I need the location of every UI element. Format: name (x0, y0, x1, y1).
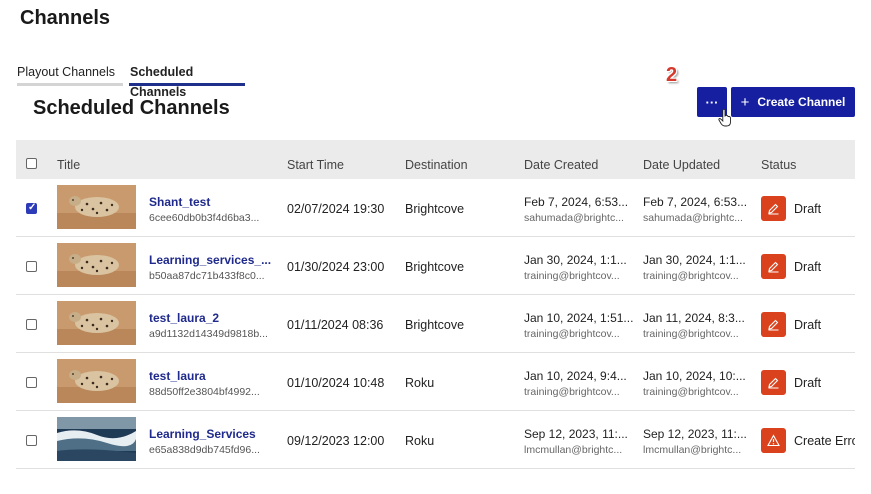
start-time: 01/30/2024 23:00 (287, 260, 385, 274)
create-channel-button[interactable]: + Create Channel (731, 87, 855, 117)
channel-title-link[interactable]: test_laura_2 (149, 311, 219, 325)
channel-thumbnail[interactable] (57, 359, 136, 403)
destination: Brightcove (405, 318, 465, 332)
tab-playout-channels[interactable]: Playout Channels (17, 62, 123, 86)
column-header-destination[interactable]: Destination (405, 158, 468, 172)
plus-icon: + (740, 93, 750, 111)
status-label: Draft (794, 376, 822, 390)
create-channel-label: Create Channel (757, 95, 846, 109)
table-row[interactable]: test_laura 88d50ff2e3804bf4992... 01/10/20… (16, 353, 855, 411)
date-updated: Feb 7, 2024, 6:53... (643, 195, 748, 209)
channel-title-link[interactable]: Learning_Services (149, 427, 256, 441)
channel-title-link[interactable]: Shant_test (149, 195, 210, 209)
status-label: Create Error (794, 434, 855, 448)
channel-title-link[interactable]: Learning_services_... (149, 253, 271, 267)
section-title: Scheduled Channels (33, 97, 230, 119)
row-checkbox[interactable] (26, 435, 37, 446)
channel-tabs: Playout Channels Scheduled Channels (17, 62, 245, 99)
channel-thumbnail[interactable] (57, 243, 136, 287)
start-time: 01/11/2024 08:36 (287, 318, 384, 332)
channel-id: e65a838d9db745fd96... (149, 444, 260, 456)
status-label: Draft (794, 318, 822, 332)
pointer-cursor-icon (718, 109, 731, 127)
column-header-title[interactable]: Title (57, 158, 80, 172)
column-header-status[interactable]: Status (761, 158, 796, 172)
pencil-icon (761, 370, 786, 395)
start-time: 09/12/2023 12:00 (287, 434, 385, 448)
start-time: 02/07/2024 19:30 (287, 202, 385, 216)
date-created: Sep 12, 2023, 11:... (524, 427, 628, 441)
channels-table: Title Start Time Destination Date Create… (16, 140, 855, 469)
destination: Roku (405, 434, 435, 448)
pencil-icon (761, 196, 786, 221)
date-updated: Jan 10, 2024, 10:... (643, 369, 746, 383)
created-by: lmcmullan@brightc... (524, 444, 623, 456)
table-row[interactable]: Learning_services_... b50aa87dc71b433f8c0… (16, 237, 855, 295)
updated-by: training@brightcov... (643, 386, 739, 398)
row-checkbox[interactable] (26, 319, 37, 330)
table-row[interactable]: test_laura_2 a9d1132d14349d9818b... 01/11/… (16, 295, 855, 353)
created-by: training@brightcov... (524, 386, 620, 398)
destination: Brightcove (405, 202, 465, 216)
page-title: Channels (20, 7, 111, 29)
channel-id: a9d1132d14349d9818b... (149, 328, 268, 340)
channel-thumbnail[interactable] (57, 301, 136, 345)
channel-title-link[interactable]: test_laura (149, 369, 206, 383)
warning-icon (761, 428, 786, 453)
channel-thumbnail[interactable] (57, 185, 136, 229)
created-by: sahumada@brightc... (524, 212, 624, 224)
status-label: Draft (794, 202, 822, 216)
tab-scheduled-channels[interactable]: Scheduled Channels (129, 62, 245, 99)
updated-by: lmcmullan@brightc... (643, 444, 742, 456)
updated-by: training@brightcov... (643, 270, 739, 282)
created-by: training@brightcov... (524, 328, 620, 340)
column-header-date-updated[interactable]: Date Updated (643, 158, 720, 172)
status-label: Draft (794, 260, 822, 274)
channel-id: b50aa87dc71b433f8c0... (149, 270, 265, 282)
table-header: Title Start Time Destination Date Create… (16, 140, 855, 179)
created-by: training@brightcov... (524, 270, 620, 282)
table-row[interactable]: Learning_Services e65a838d9db745fd96... 09… (16, 411, 855, 469)
channel-id: 88d50ff2e3804bf4992... (149, 386, 260, 398)
start-time: 01/10/2024 10:48 (287, 376, 385, 390)
row-checkbox[interactable] (26, 261, 37, 272)
row-checkbox[interactable] (26, 377, 37, 388)
date-created: Feb 7, 2024, 6:53... (524, 195, 629, 209)
channel-thumbnail[interactable] (57, 417, 136, 461)
date-updated: Jan 11, 2024, 8:3... (643, 311, 745, 325)
destination: Brightcove (405, 260, 465, 274)
date-created: Jan 30, 2024, 1:1... (524, 253, 627, 267)
row-checkbox[interactable] (26, 202, 37, 214)
date-created: Jan 10, 2024, 1:51... (524, 311, 634, 325)
pencil-icon (761, 312, 786, 337)
destination: Roku (405, 376, 435, 390)
column-header-date-created[interactable]: Date Created (524, 158, 598, 172)
pencil-icon (761, 254, 786, 279)
date-updated: Jan 30, 2024, 1:1... (643, 253, 746, 267)
channel-id: 6cee60db0b3f4d6ba3... (149, 212, 260, 224)
updated-by: training@brightcov... (643, 328, 739, 340)
date-updated: Sep 12, 2023, 11:... (643, 427, 747, 441)
date-created: Jan 10, 2024, 9:4... (524, 369, 627, 383)
table-row[interactable]: Shant_test 6cee60db0b3f4d6ba3... 02/07/202… (16, 179, 855, 237)
annotation-badge-2: 2 (666, 64, 678, 86)
updated-by: sahumada@brightc... (643, 212, 743, 224)
column-header-start-time[interactable]: Start Time (287, 158, 344, 172)
select-all-checkbox[interactable] (26, 158, 37, 169)
